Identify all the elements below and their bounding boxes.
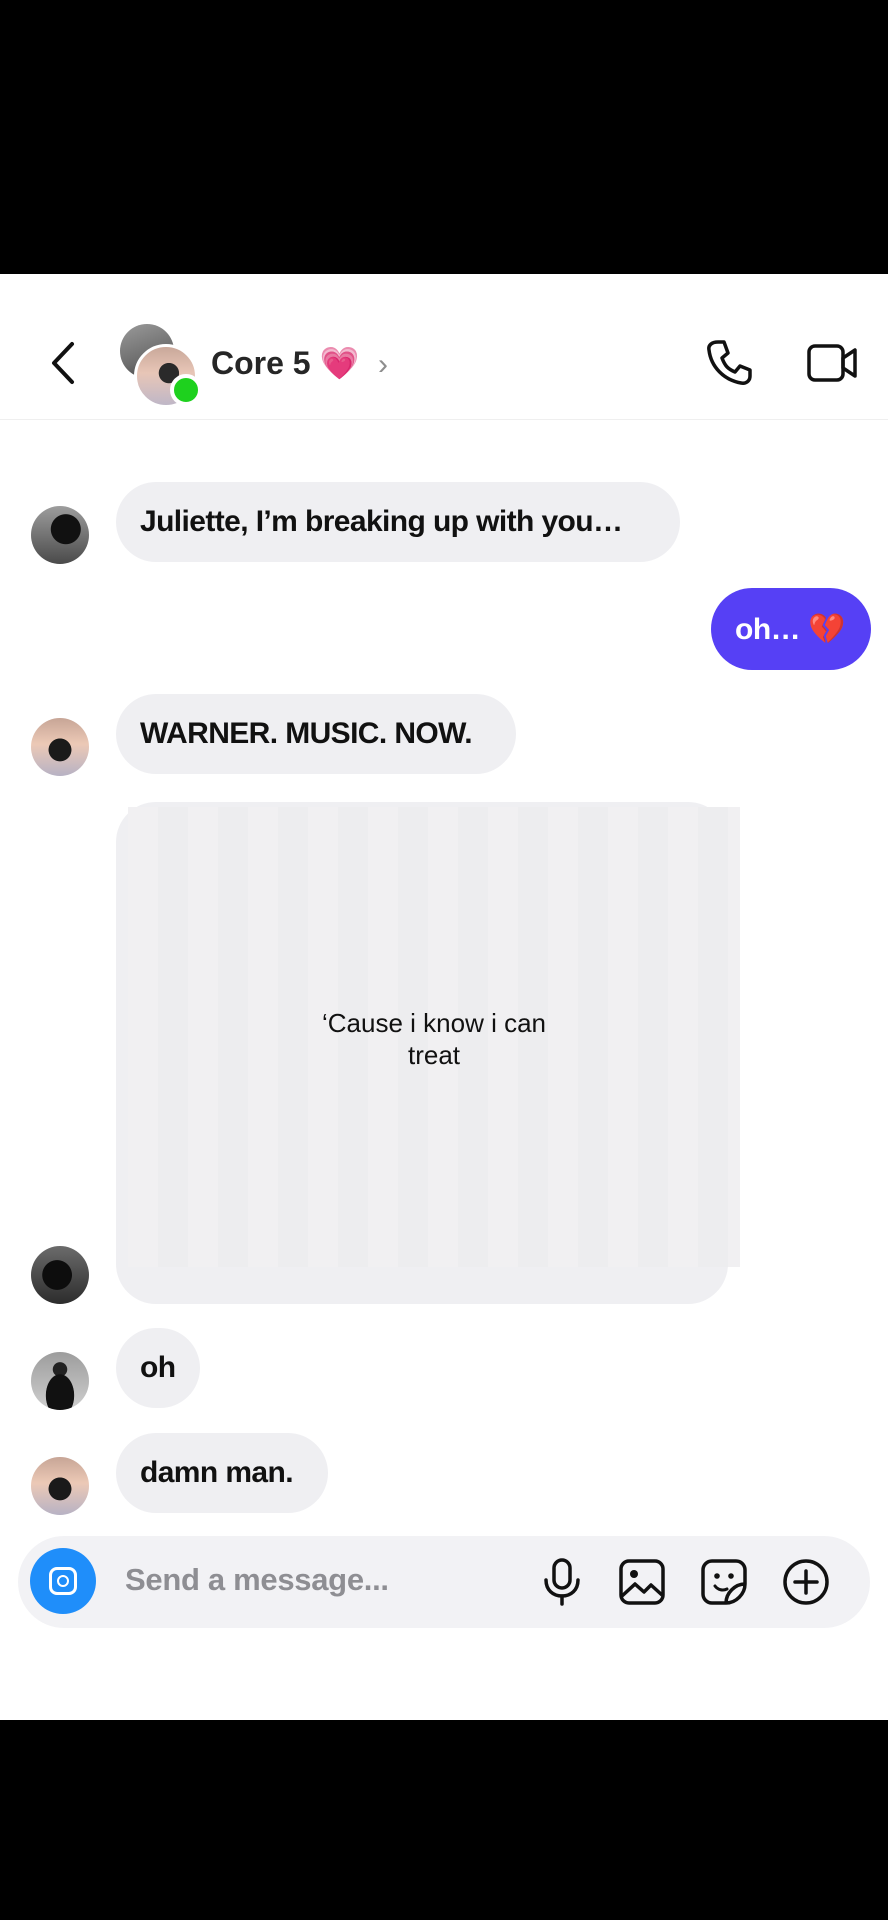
message-text: Juliette, I’m breaking up with you…	[140, 505, 623, 538]
chat-screen: Core 5 💗 › Juliette, I’m breaking up wit…	[0, 274, 888, 1720]
camera-icon-lens	[57, 1575, 69, 1587]
message-text: WARNER. MUSIC. NOW.	[140, 717, 473, 750]
phone-icon[interactable]	[704, 338, 754, 388]
plus-circle-icon[interactable]	[780, 1556, 832, 1608]
sender-avatar[interactable]	[31, 718, 89, 776]
message-input[interactable]: Send a message...	[125, 1562, 389, 1598]
sent-message[interactable]: oh… 💔	[711, 588, 871, 670]
sender-avatar[interactable]	[31, 1246, 89, 1304]
video-preview[interactable]: ‘Cause i know i can treat	[128, 807, 740, 1267]
message-text: oh	[140, 1351, 176, 1384]
received-message[interactable]: Juliette, I’m breaking up with you…	[116, 482, 680, 562]
online-indicator	[170, 374, 202, 406]
sender-avatar[interactable]	[31, 506, 89, 564]
sticker-icon[interactable]	[698, 1556, 750, 1608]
received-message[interactable]: damn man.	[116, 1433, 328, 1513]
message-text: oh… 💔	[735, 612, 845, 646]
media-caption: ‘Cause i know i can treat	[322, 1008, 546, 1070]
message-text: damn man.	[140, 1456, 294, 1489]
sender-avatar[interactable]	[31, 1457, 89, 1515]
camera-icon[interactable]	[30, 1548, 96, 1614]
chat-header: Core 5 💗 ›	[0, 274, 888, 420]
received-message[interactable]: WARNER. MUSIC. NOW.	[116, 694, 516, 774]
sender-avatar[interactable]	[31, 1352, 89, 1410]
microphone-icon[interactable]	[536, 1556, 588, 1608]
message-composer: Send a message...	[18, 1536, 870, 1628]
gallery-icon[interactable]	[616, 1556, 668, 1608]
chat-title[interactable]: Core 5 💗	[211, 344, 359, 382]
video-call-icon[interactable]	[806, 340, 858, 386]
received-message[interactable]: oh	[116, 1328, 200, 1408]
chevron-right-icon[interactable]: ›	[378, 348, 388, 382]
back-icon[interactable]	[44, 338, 84, 388]
group-avatar[interactable]	[120, 324, 202, 408]
